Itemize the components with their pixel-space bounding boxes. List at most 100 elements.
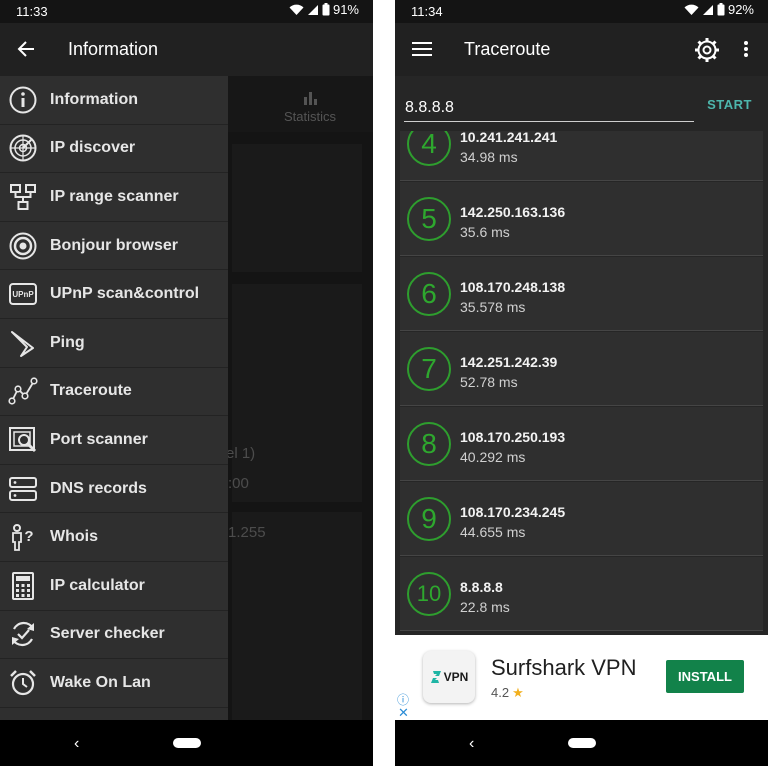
nav-home-pill[interactable] xyxy=(173,738,201,748)
drawer-item-upnp-scan-control[interactable]: UPnP UPnP scan&control xyxy=(0,270,228,319)
network-tree-icon xyxy=(1,173,45,221)
hop-ip: 8.8.8.8 xyxy=(460,579,503,595)
drawer-item-port-scanner[interactable]: Port scanner xyxy=(0,416,228,465)
hop-number-badge: 4 xyxy=(407,131,451,166)
ad-rating-value: 4.2 xyxy=(491,685,510,700)
hamburger-menu-icon[interactable] xyxy=(411,39,433,59)
status-time: 11:34 xyxy=(411,4,443,19)
drawer-item-dns-records[interactable]: DNS records xyxy=(0,465,228,514)
drawer-item-label: Bonjour browser xyxy=(50,236,179,254)
drawer-item-label: IP discover xyxy=(50,139,136,157)
server-checker-icon xyxy=(1,610,45,658)
right-phone-screen: 11:34 92% Traceroute 8.8.8.8 START 4 10.… xyxy=(395,0,768,766)
drawer-item-ip-range-scanner[interactable]: IP range scanner xyxy=(0,173,228,222)
start-button[interactable]: START xyxy=(707,97,752,112)
ad-install-button[interactable]: INSTALL xyxy=(666,660,744,693)
hop-ip: 108.170.234.245 xyxy=(460,504,566,520)
surfshark-logo-icon xyxy=(430,671,441,683)
nav-back-icon[interactable]: ‹ xyxy=(74,735,79,753)
system-nav-bar: ‹ xyxy=(395,720,768,766)
hop-number-badge: 8 xyxy=(407,422,451,466)
drawer-item-label: DNS records xyxy=(50,479,147,497)
svg-text:UPnP: UPnP xyxy=(12,290,34,299)
drawer-item-traceroute[interactable]: Traceroute xyxy=(0,368,228,417)
host-input[interactable] xyxy=(404,94,694,122)
app-bar: Information xyxy=(0,23,373,76)
ad-banner[interactable]: VPN Surfshark VPN 4.2 ★ INSTALL ⓘ ✕ xyxy=(395,635,768,720)
drawer-item-label: UPnP scan&control xyxy=(50,285,200,303)
traceroute-icon xyxy=(1,367,45,415)
status-time: 11:33 xyxy=(16,4,48,19)
status-icons: 92% xyxy=(684,2,754,17)
server-icon xyxy=(1,465,45,513)
hop-row[interactable]: 10 8.8.8.8 22.8 ms xyxy=(400,557,763,631)
left-phone-screen: 11:33 91% Information Statistics el 1) :… xyxy=(0,0,373,766)
battery-percent: 92% xyxy=(727,2,754,17)
hop-row[interactable]: 7 142.251.242.39 52.78 ms xyxy=(400,332,763,406)
radar-icon xyxy=(1,124,45,172)
ad-logo[interactable]: VPN xyxy=(423,651,475,703)
drawer-item-ip-calculator[interactable]: IP calculator xyxy=(0,562,228,611)
hop-row[interactable]: 9 108.170.234.245 44.655 ms xyxy=(400,482,763,556)
hop-ip: 142.250.163.136 xyxy=(460,204,566,220)
drawer-item-ping[interactable]: Ping xyxy=(0,319,228,368)
drawer-item-label: Information xyxy=(50,90,138,108)
drawer-item-partial[interactable] xyxy=(0,708,228,720)
hop-list: 4 10.241.241.241 34.98 ms 5 142.250.163.136 3… xyxy=(395,131,768,635)
hop-ip: 108.170.248.138 xyxy=(460,279,566,295)
hop-row[interactable]: 8 108.170.250.193 40.292 ms xyxy=(400,407,763,481)
gear-icon[interactable] xyxy=(693,36,721,64)
page-title: Information xyxy=(68,39,159,59)
drawer-item-label: Wake On Lan xyxy=(50,673,151,691)
hop-ip: 142.251.242.39 xyxy=(460,354,558,370)
hop-latency: 52.78 ms xyxy=(460,374,518,390)
drawer-item-whois[interactable]: ? Whois xyxy=(0,513,228,562)
hop-row[interactable]: 5 142.250.163.136 35.6 ms xyxy=(400,182,763,256)
ad-logo-text: VPN xyxy=(443,670,469,684)
hop-latency: 35.578 ms xyxy=(460,299,526,315)
upnp-icon: UPnP xyxy=(1,270,45,318)
hop-row[interactable]: 4 10.241.241.241 34.98 ms xyxy=(400,131,763,181)
hop-number-badge: 6 xyxy=(407,272,451,316)
drawer-item-ip-discover[interactable]: IP discover xyxy=(0,125,228,174)
hop-number-badge: 10 xyxy=(407,572,451,616)
wifi-icon xyxy=(684,4,699,15)
boomerang-icon xyxy=(1,319,45,367)
ad-rating: 4.2 ★ xyxy=(491,685,524,701)
wifi-icon xyxy=(289,4,304,15)
hop-latency: 44.655 ms xyxy=(460,524,526,540)
ad-title[interactable]: Surfshark VPN xyxy=(491,655,637,681)
drawer-item-label: IP calculator xyxy=(50,576,145,594)
status-icons: 91% xyxy=(289,2,359,17)
hop-latency: 34.98 ms xyxy=(460,149,518,165)
hop-row[interactable]: 6 108.170.248.138 35.578 ms xyxy=(400,257,763,331)
overflow-menu-icon[interactable] xyxy=(739,39,753,59)
status-bar: 11:33 91% xyxy=(0,0,373,23)
signal-icon xyxy=(702,4,713,15)
hop-ip: 108.170.250.193 xyxy=(460,429,566,445)
page-title: Traceroute xyxy=(464,39,551,59)
star-icon: ★ xyxy=(512,685,524,700)
host-input-bar: START xyxy=(395,76,768,131)
battery-percent: 91% xyxy=(332,2,359,17)
hop-number-badge: 7 xyxy=(407,347,451,391)
system-nav-bar: ‹ xyxy=(0,720,373,766)
drawer-item-bonjour-browser[interactable]: Bonjour browser xyxy=(0,222,228,271)
drawer-item-server-checker[interactable]: Server checker xyxy=(0,611,228,660)
drawer-item-wake-on-lan[interactable]: Wake On Lan xyxy=(0,659,228,708)
hop-latency: 22.8 ms xyxy=(460,599,510,615)
navigation-drawer: Information IP discover IP range scanner Bo… xyxy=(0,76,228,720)
info-icon xyxy=(1,76,45,124)
back-arrow-icon[interactable] xyxy=(14,37,38,61)
status-bar: 11:34 92% xyxy=(395,0,768,23)
drawer-item-label: Whois xyxy=(50,528,98,546)
drawer-item-label: Ping xyxy=(50,333,85,351)
whois-icon: ? xyxy=(1,513,45,561)
nav-home-pill[interactable] xyxy=(568,738,596,748)
calculator-icon xyxy=(1,562,45,610)
bonjour-icon xyxy=(1,222,45,270)
nav-back-icon[interactable]: ‹ xyxy=(469,735,474,753)
alarm-clock-icon xyxy=(1,659,45,707)
ad-close-icon[interactable]: ✕ xyxy=(398,705,409,721)
drawer-item-information[interactable]: Information xyxy=(0,76,228,125)
